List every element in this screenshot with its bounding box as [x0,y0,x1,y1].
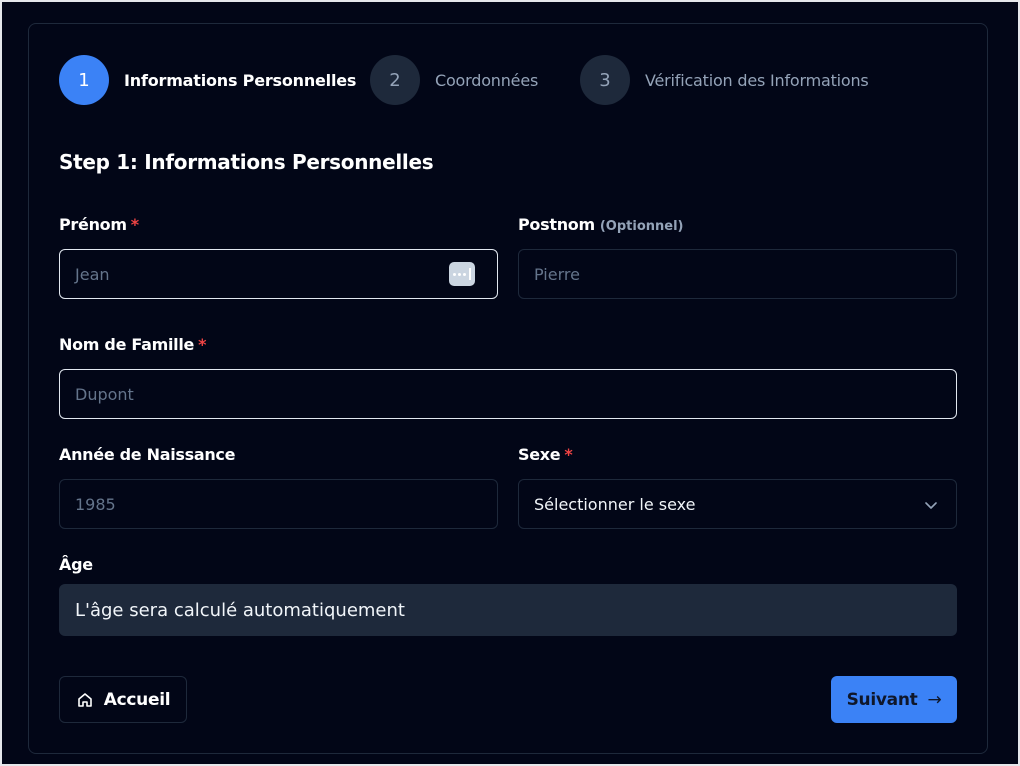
next-button-label: Suivant [846,689,918,710]
step-2-label: Coordonnées [435,70,539,90]
sexe-label-text: Sexe [518,445,561,464]
postnom-input[interactable]: Pierre [518,249,957,299]
app-frame: 1 Informations Personnelles 2 Coordonnée… [0,0,1020,766]
password-manager-icon[interactable] [449,262,475,286]
postnom-label-text: Postnom [518,215,595,234]
age-label-text: Âge [59,555,93,574]
section-title: Step 1: Informations Personnelles [59,150,434,174]
annee-placeholder: 1985 [75,494,116,514]
home-icon [77,692,92,707]
home-button[interactable]: Accueil [59,676,187,723]
age-display: L'âge sera calculé automatiquement [59,584,957,636]
next-button[interactable]: Suivant → [831,676,957,723]
chevron-down-icon [925,502,937,509]
prenom-label: Prénom * [59,215,139,234]
sexe-selected-value: Sélectionner le sexe [534,494,696,514]
nom-famille-input[interactable]: Dupont [59,369,957,419]
form-card: 1 Informations Personnelles 2 Coordonnée… [28,23,988,754]
nom-famille-placeholder: Dupont [75,384,134,404]
prenom-label-text: Prénom [59,215,127,234]
annee-input[interactable]: 1985 [59,479,498,529]
step-1-number: 1 [59,55,109,105]
sexe-label: Sexe * [518,445,573,464]
annee-label: Année de Naissance [59,445,235,464]
sexe-select[interactable]: Sélectionner le sexe [518,479,957,529]
required-mark: * [198,335,207,354]
prenom-placeholder: Jean [75,264,110,284]
step-1[interactable]: 1 Informations Personnelles [59,55,356,105]
prenom-input[interactable]: Jean [59,249,498,299]
postnom-placeholder: Pierre [534,264,580,284]
optional-tag: (Optionnel) [599,219,684,234]
step-2-number: 2 [370,55,420,105]
annee-label-text: Année de Naissance [59,445,236,464]
step-3-number: 3 [580,55,630,105]
step-3-label: Vérification des Informations [645,70,869,90]
age-label: Âge [59,555,93,574]
nom-famille-label-text: Nom de Famille [59,335,195,354]
nom-famille-label: Nom de Famille * [59,335,206,354]
step-2[interactable]: 2 Coordonnées [370,55,538,105]
arrow-right-icon: → [927,689,942,710]
postnom-label: Postnom (Optionnel) [518,215,683,234]
required-mark: * [130,215,139,234]
step-1-label: Informations Personnelles [124,70,357,90]
required-mark: * [564,445,573,464]
home-button-label: Accueil [103,689,171,710]
age-value: L'âge sera calculé automatiquement [75,599,405,621]
step-3[interactable]: 3 Vérification des Informations [580,55,869,105]
